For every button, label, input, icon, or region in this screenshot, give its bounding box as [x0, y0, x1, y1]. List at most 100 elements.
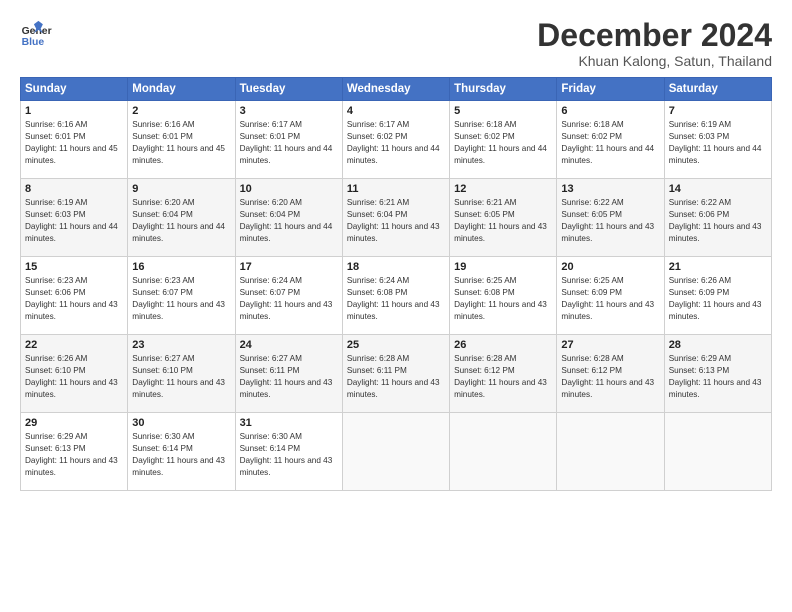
day-number: 29 — [25, 417, 123, 429]
day-info: Sunrise: 6:16 AMSunset: 6:01 PMDaylight:… — [25, 120, 118, 165]
day-number: 14 — [669, 183, 767, 195]
calendar-day-cell: 17Sunrise: 6:24 AMSunset: 6:07 PMDayligh… — [235, 257, 342, 335]
calendar-week-row: 1 Sunrise: 6:16 AMSunset: 6:01 PMDaylight… — [21, 101, 772, 179]
day-info: Sunrise: 6:17 AMSunset: 6:01 PMDaylight:… — [240, 120, 333, 165]
calendar-week-row: 22 Sunrise: 6:26 AMSunset: 6:10 PMDayligh… — [21, 335, 772, 413]
calendar-day-cell: 26Sunrise: 6:28 AMSunset: 6:12 PMDayligh… — [450, 335, 557, 413]
calendar-day-cell: 16Sunrise: 6:23 AMSunset: 6:07 PMDayligh… — [128, 257, 235, 335]
month-title: December 2024 — [537, 18, 772, 53]
day-info: Sunrise: 6:21 AMSunset: 6:05 PMDaylight:… — [454, 198, 547, 243]
day-info: Sunrise: 6:18 AMSunset: 6:02 PMDaylight:… — [454, 120, 547, 165]
day-number: 19 — [454, 261, 552, 273]
day-info: Sunrise: 6:20 AMSunset: 6:04 PMDaylight:… — [240, 198, 333, 243]
calendar-day-cell: 8 Sunrise: 6:19 AMSunset: 6:03 PMDaylight… — [21, 179, 128, 257]
title-block: December 2024 Khuan Kalong, Satun, Thail… — [537, 18, 772, 69]
day-number: 24 — [240, 339, 338, 351]
day-info: Sunrise: 6:17 AMSunset: 6:02 PMDaylight:… — [347, 120, 440, 165]
calendar-day-cell: 7Sunrise: 6:19 AMSunset: 6:03 PMDaylight… — [664, 101, 771, 179]
calendar-day-cell — [450, 413, 557, 491]
day-number: 23 — [132, 339, 230, 351]
day-info: Sunrise: 6:25 AMSunset: 6:08 PMDaylight:… — [454, 276, 547, 321]
day-info: Sunrise: 6:28 AMSunset: 6:12 PMDaylight:… — [454, 354, 547, 399]
day-info: Sunrise: 6:23 AMSunset: 6:07 PMDaylight:… — [132, 276, 225, 321]
calendar-day-cell: 12 Sunrise: 6:21 AMSunset: 6:05 PMDayligh… — [450, 179, 557, 257]
day-info: Sunrise: 6:23 AMSunset: 6:06 PMDaylight:… — [25, 276, 118, 321]
day-number: 8 — [25, 183, 123, 195]
day-info: Sunrise: 6:29 AMSunset: 6:13 PMDaylight:… — [25, 432, 118, 477]
calendar-day-cell: 11 Sunrise: 6:21 AMSunset: 6:04 PMDayligh… — [342, 179, 449, 257]
calendar-day-cell: 6Sunrise: 6:18 AMSunset: 6:02 PMDaylight… — [557, 101, 664, 179]
calendar-day-cell: 13 Sunrise: 6:22 AMSunset: 6:05 PMDayligh… — [557, 179, 664, 257]
day-info: Sunrise: 6:16 AMSunset: 6:01 PMDaylight:… — [132, 120, 225, 165]
calendar-day-cell: 5 Sunrise: 6:18 AMSunset: 6:02 PMDaylight… — [450, 101, 557, 179]
day-number: 12 — [454, 183, 552, 195]
calendar-day-cell: 28 Sunrise: 6:29 AMSunset: 6:13 PMDayligh… — [664, 335, 771, 413]
day-info: Sunrise: 6:27 AMSunset: 6:10 PMDaylight:… — [132, 354, 225, 399]
day-info: Sunrise: 6:24 AMSunset: 6:08 PMDaylight:… — [347, 276, 440, 321]
calendar-day-cell: 21 Sunrise: 6:26 AMSunset: 6:09 PMDayligh… — [664, 257, 771, 335]
calendar-day-header: Wednesday — [342, 78, 449, 101]
calendar-day-cell: 4 Sunrise: 6:17 AMSunset: 6:02 PMDaylight… — [342, 101, 449, 179]
calendar-day-cell: 23 Sunrise: 6:27 AMSunset: 6:10 PMDayligh… — [128, 335, 235, 413]
day-number: 31 — [240, 417, 338, 429]
day-info: Sunrise: 6:27 AMSunset: 6:11 PMDaylight:… — [240, 354, 333, 399]
calendar-week-row: 29 Sunrise: 6:29 AMSunset: 6:13 PMDayligh… — [21, 413, 772, 491]
day-number: 9 — [132, 183, 230, 195]
svg-text:Blue: Blue — [22, 37, 45, 48]
day-number: 7 — [669, 105, 767, 117]
calendar-day-header: Thursday — [450, 78, 557, 101]
calendar-day-cell: 22 Sunrise: 6:26 AMSunset: 6:10 PMDayligh… — [21, 335, 128, 413]
day-number: 15 — [25, 261, 123, 273]
page: General Blue December 2024 Khuan Kalong,… — [0, 0, 792, 612]
day-number: 27 — [561, 339, 659, 351]
day-info: Sunrise: 6:30 AMSunset: 6:14 PMDaylight:… — [240, 432, 333, 477]
day-number: 18 — [347, 261, 445, 273]
calendar-day-header: Monday — [128, 78, 235, 101]
day-number: 28 — [669, 339, 767, 351]
calendar-table: SundayMondayTuesdayWednesdayThursdayFrid… — [20, 77, 772, 491]
calendar-day-header: Tuesday — [235, 78, 342, 101]
calendar-day-cell: 31 Sunrise: 6:30 AMSunset: 6:14 PMDayligh… — [235, 413, 342, 491]
day-number: 25 — [347, 339, 445, 351]
day-number: 21 — [669, 261, 767, 273]
calendar-day-cell: 18 Sunrise: 6:24 AMSunset: 6:08 PMDayligh… — [342, 257, 449, 335]
location: Khuan Kalong, Satun, Thailand — [537, 53, 772, 69]
day-number: 5 — [454, 105, 552, 117]
day-info: Sunrise: 6:29 AMSunset: 6:13 PMDaylight:… — [669, 354, 762, 399]
day-number: 13 — [561, 183, 659, 195]
logo: General Blue — [20, 18, 56, 50]
day-info: Sunrise: 6:26 AMSunset: 6:10 PMDaylight:… — [25, 354, 118, 399]
calendar-day-cell: 25 Sunrise: 6:28 AMSunset: 6:11 PMDayligh… — [342, 335, 449, 413]
day-info: Sunrise: 6:28 AMSunset: 6:11 PMDaylight:… — [347, 354, 440, 399]
calendar-day-cell: 29 Sunrise: 6:29 AMSunset: 6:13 PMDayligh… — [21, 413, 128, 491]
calendar-day-cell — [342, 413, 449, 491]
day-info: Sunrise: 6:26 AMSunset: 6:09 PMDaylight:… — [669, 276, 762, 321]
calendar-day-cell: 9 Sunrise: 6:20 AMSunset: 6:04 PMDaylight… — [128, 179, 235, 257]
day-info: Sunrise: 6:30 AMSunset: 6:14 PMDaylight:… — [132, 432, 225, 477]
day-info: Sunrise: 6:18 AMSunset: 6:02 PMDaylight:… — [561, 120, 654, 165]
calendar-day-cell: 15 Sunrise: 6:23 AMSunset: 6:06 PMDayligh… — [21, 257, 128, 335]
day-info: Sunrise: 6:25 AMSunset: 6:09 PMDaylight:… — [561, 276, 654, 321]
day-number: 20 — [561, 261, 659, 273]
day-number: 4 — [347, 105, 445, 117]
day-number: 2 — [132, 105, 230, 117]
day-number: 30 — [132, 417, 230, 429]
day-number: 22 — [25, 339, 123, 351]
calendar-day-cell: 2 Sunrise: 6:16 AMSunset: 6:01 PMDaylight… — [128, 101, 235, 179]
day-number: 1 — [25, 105, 123, 117]
calendar-day-cell: 3Sunrise: 6:17 AMSunset: 6:01 PMDaylight… — [235, 101, 342, 179]
calendar-week-row: 8 Sunrise: 6:19 AMSunset: 6:03 PMDaylight… — [21, 179, 772, 257]
calendar-week-row: 15 Sunrise: 6:23 AMSunset: 6:06 PMDayligh… — [21, 257, 772, 335]
header: General Blue December 2024 Khuan Kalong,… — [20, 18, 772, 69]
calendar-day-cell: 14Sunrise: 6:22 AMSunset: 6:06 PMDayligh… — [664, 179, 771, 257]
calendar-day-cell: 10Sunrise: 6:20 AMSunset: 6:04 PMDayligh… — [235, 179, 342, 257]
calendar-day-header: Saturday — [664, 78, 771, 101]
day-number: 11 — [347, 183, 445, 195]
day-info: Sunrise: 6:20 AMSunset: 6:04 PMDaylight:… — [132, 198, 225, 243]
day-info: Sunrise: 6:19 AMSunset: 6:03 PMDaylight:… — [25, 198, 118, 243]
day-info: Sunrise: 6:21 AMSunset: 6:04 PMDaylight:… — [347, 198, 440, 243]
day-info: Sunrise: 6:22 AMSunset: 6:05 PMDaylight:… — [561, 198, 654, 243]
calendar-day-cell: 20 Sunrise: 6:25 AMSunset: 6:09 PMDayligh… — [557, 257, 664, 335]
calendar-day-cell: 30 Sunrise: 6:30 AMSunset: 6:14 PMDayligh… — [128, 413, 235, 491]
calendar-header-row: SundayMondayTuesdayWednesdayThursdayFrid… — [21, 78, 772, 101]
